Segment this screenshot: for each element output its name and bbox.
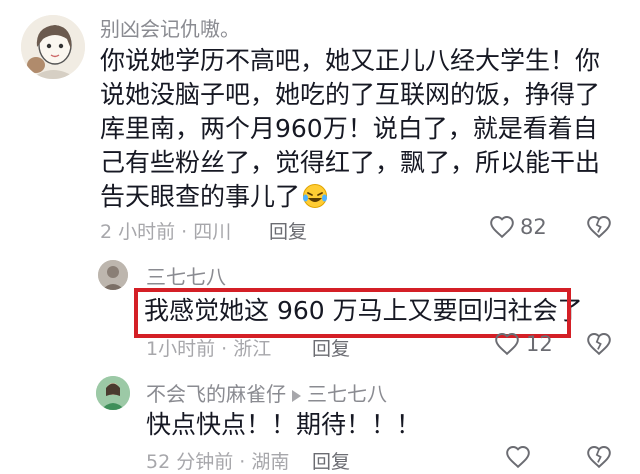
comment-3-text: 快点快点！！期待！！！ bbox=[146, 410, 422, 439]
comment-2-timestamp: 1小时前 · 浙江 bbox=[146, 338, 272, 360]
heart-outline-icon[interactable] bbox=[489, 214, 515, 240]
broken-heart-icon[interactable] bbox=[585, 214, 613, 240]
laughing-tears-emoji-icon bbox=[302, 183, 328, 209]
broken-heart-icon[interactable] bbox=[585, 331, 613, 357]
comment-1-text-line: 库里南，两个月960万！说白了，就是看着自 bbox=[100, 114, 598, 143]
heart-outline-icon[interactable] bbox=[505, 444, 531, 470]
comment-1-text-line: 己有些粉丝了，觉得红了，飘了，所以能干出 bbox=[100, 148, 601, 177]
comment-1-text-line-last: 告天眼查的事儿了 bbox=[100, 180, 600, 214]
comment-1-text-line: 告天眼查的事儿了 bbox=[100, 182, 301, 211]
avatar-comment-2[interactable] bbox=[98, 260, 128, 290]
comment-2-username[interactable]: 三七七八 bbox=[146, 261, 226, 290]
comment-3-reply-button[interactable]: 回复 bbox=[312, 447, 350, 474]
comment-3-username-line: 不会飞的麻雀仔 三七七八 bbox=[146, 378, 387, 407]
comment-2-reply-button[interactable]: 回复 bbox=[312, 334, 350, 361]
reply-arrow-icon bbox=[292, 389, 301, 402]
heart-outline-icon[interactable] bbox=[494, 331, 520, 357]
comment-3-reply-to[interactable]: 三七七八 bbox=[307, 382, 387, 406]
broken-heart-icon[interactable] bbox=[585, 444, 613, 470]
comment-2-like-count: 12 bbox=[526, 332, 553, 356]
comment-1-username[interactable]: 别凶会记仇嗷。 bbox=[100, 13, 240, 42]
avatar-comment-3[interactable] bbox=[96, 376, 130, 410]
comment-1-text: 你说她学历不高吧，她又正儿八经大学生！你 说她没脑子吧，她吃的了互联网的饭，挣得… bbox=[100, 44, 600, 214]
comment-1-text-line: 说她没脑子吧，她吃的了互联网的饭，挣得了 bbox=[100, 80, 601, 109]
comment-1-like-count: 82 bbox=[520, 215, 547, 239]
comment-3-username[interactable]: 不会飞的麻雀仔 bbox=[146, 382, 286, 406]
comment-1-text-line: 你说她学历不高吧，她又正儿八经大学生！你 bbox=[100, 46, 601, 75]
comment-1-reply-button[interactable]: 回复 bbox=[269, 217, 307, 244]
avatar-comment-1[interactable] bbox=[21, 15, 85, 79]
comment-3-timestamp: 52 分钟前 · 湖南 bbox=[146, 451, 290, 473]
comment-1-timestamp: 2 小时前 · 四川 bbox=[100, 221, 232, 243]
